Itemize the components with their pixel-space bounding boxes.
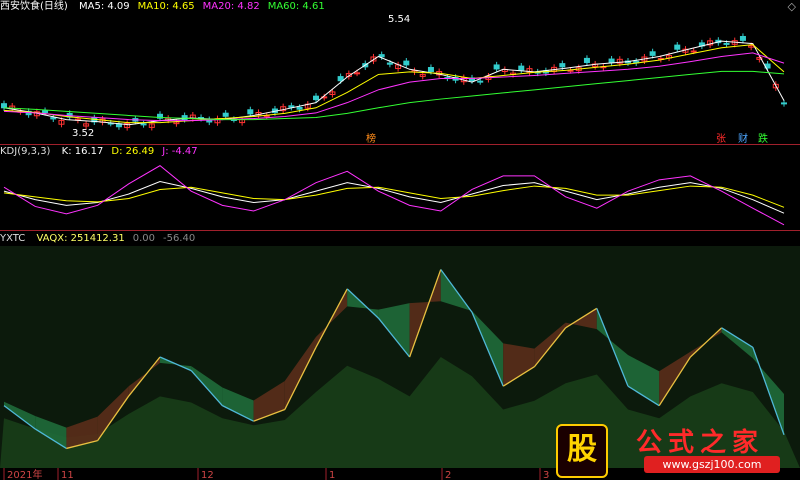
candle-body [477, 80, 484, 83]
candle-body [354, 72, 361, 75]
candle-body [1, 103, 7, 109]
kdj-value-list: K: 16.17 D: 26.49 J: -4.47 [62, 146, 206, 157]
event-marker: 跌 [758, 132, 768, 144]
candle-body [140, 123, 147, 126]
candle-body [674, 44, 681, 50]
panel-divider [0, 230, 800, 231]
ma-indicator-0: MA5: 4.09 [79, 1, 130, 12]
candle-body [690, 50, 697, 53]
low-price-label: 3.52 [72, 128, 94, 139]
chart-window: 西安饮食(日线) MA5: 4.09 MA10: 4.65 MA20: 4.82 MA… [0, 0, 800, 480]
watermark-name: 公式之家 [636, 428, 765, 458]
event-marker: 财 [738, 132, 748, 144]
candle-body [296, 106, 303, 110]
kdj-line-k [3, 181, 785, 214]
ma-indicator-1: MA10: 4.65 [137, 1, 195, 12]
main-price-chart: 5.54 3.52 榜 张 财跌 [1, 14, 787, 144]
candle-body [649, 51, 656, 56]
x-tick-label: 2021年 [7, 468, 42, 480]
kdj-value-0: K: 16.17 [61, 146, 104, 157]
candle-body [518, 65, 525, 71]
candle-body [50, 117, 57, 120]
kdj-line-j [3, 165, 785, 226]
candle-body [378, 54, 385, 58]
candle-body [313, 95, 319, 101]
watermark: 股 公式之家 www.gszj100.com [548, 418, 800, 480]
watermark-url: www.gszj100.com [644, 456, 780, 473]
candle-body [583, 57, 590, 63]
candle-body [739, 35, 746, 41]
candle-body [427, 67, 434, 73]
main-panel-title: 西安饮食(日线) [0, 1, 68, 12]
kdj-value-1: D: 26.49 [111, 146, 155, 157]
event-marker: 张 [716, 133, 726, 144]
candle-body [42, 110, 49, 114]
event-marker: 榜 [366, 132, 376, 144]
yxtc-value-1: 0.00 [132, 233, 155, 244]
ma-indicator-3: MA60: 4.61 [267, 1, 325, 12]
x-tick-label: 1 [329, 470, 335, 480]
kdj-value-2: J: -4.47 [162, 146, 198, 157]
x-tick-label: 12 [201, 470, 214, 480]
series-line-ma60 [3, 70, 785, 121]
candle-body [247, 109, 254, 115]
candle-body [723, 42, 730, 45]
watermark-badge: 股 [556, 424, 608, 478]
yxtc-value-2: -56.40 [162, 233, 196, 244]
candle-body [608, 58, 615, 64]
x-tick-label: 11 [61, 470, 74, 480]
x-tick-label: 2 [445, 470, 451, 480]
candle-body [386, 62, 393, 65]
panel-divider [0, 144, 800, 145]
yxtc-value-0: VAQX: 251412.31 [36, 233, 125, 244]
series-line-ma5 [3, 40, 785, 126]
yxtc-panel-title: YXTC [0, 233, 26, 244]
candle-body [222, 112, 229, 117]
main-indicator-list: MA5: 4.09 MA10: 4.65 MA20: 4.82 MA60: 4.61 [79, 1, 333, 12]
yxtc-value-list: VAQX: 251412.31 0.00 -56.40 [36, 233, 203, 244]
candle-body [781, 102, 787, 105]
yxtc-panel-header: YXTC VAQX: 251412.31 0.00 -56.40 [0, 233, 211, 245]
candle-body [559, 63, 566, 68]
kdj-panel-title: KDJ(9,3,3) [0, 146, 51, 157]
kdj-chart [3, 165, 785, 226]
kdj-panel-header: KDJ(9,3,3) K: 16.17 D: 26.49 J: -4.47 [0, 146, 214, 158]
ma-indicator-2: MA20: 4.82 [202, 1, 260, 12]
candle-body [403, 60, 410, 66]
candle-body [337, 76, 344, 82]
high-price-label: 5.54 [388, 14, 410, 25]
candle-body [493, 64, 500, 70]
